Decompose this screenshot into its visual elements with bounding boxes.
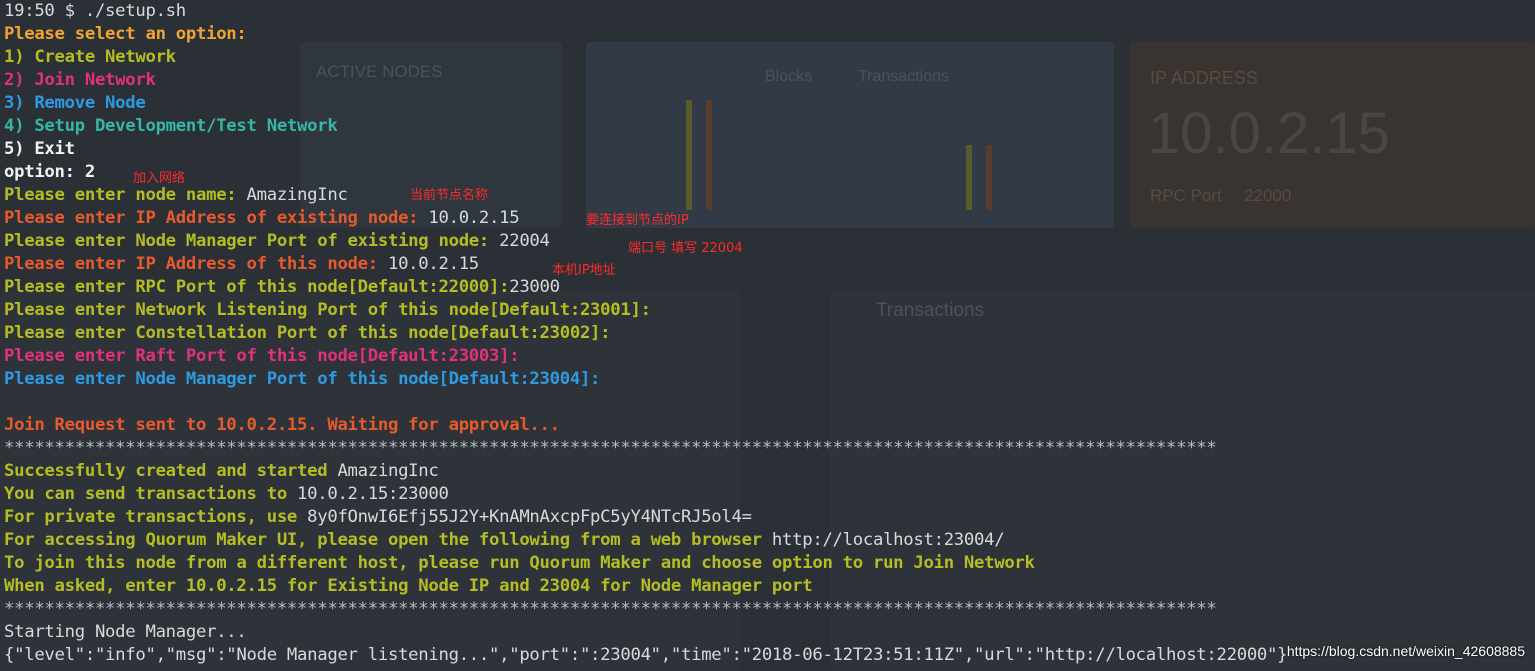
this-ip-value: 10.0.2.15 (387, 254, 479, 274)
private-key-value: 8y0fOnwI6Efj55J2Y+KnAMnAxcpFpC5yY4NTcRJ5… (307, 507, 752, 527)
this-ip-line: Please enter IP Address of this node: 10… (4, 253, 479, 276)
option-input-line: option: 2 (4, 162, 95, 182)
existing-nm-port-prompt: Please enter Node Manager Port of existi… (4, 231, 500, 251)
separator-stars-top: ****************************************… (4, 438, 1217, 458)
node-name-value: AmazingInc (246, 185, 348, 205)
rpc-port-value: 23000 (509, 277, 560, 297)
existing-ip-prompt: Please enter IP Address of existing node… (4, 208, 429, 228)
send-value: 10.0.2.15:23000 (297, 484, 449, 504)
menu-option-setup-dev: 4) Setup Development/Test Network (4, 116, 338, 136)
existing-ip-line: Please enter IP Address of existing node… (4, 207, 520, 230)
menu-option-create-network: 1) Create Network (4, 47, 176, 67)
this-ip-prompt: Please enter IP Address of this node: (4, 254, 388, 274)
listen-port-prompt: Please enter Network Listening Port of t… (4, 300, 651, 320)
separator-stars-bottom: ****************************************… (4, 599, 1217, 619)
created-label: Successfully created and started (4, 461, 338, 481)
menu-option-join-network: 2) Join Network (4, 70, 156, 90)
send-line: You can send transactions to 10.0.2.15:2… (4, 483, 449, 506)
annotation-existing-node: 要连接到节点的IP (586, 213, 689, 228)
ui-url[interactable]: http://localhost:23004/ (772, 530, 1005, 550)
private-line: For private transactions, use 8y0fOnwI6E… (4, 506, 752, 529)
shell-prompt: 19:50 $ ./setup.sh (4, 1, 186, 21)
raft-port-prompt: Please enter Raft Port of this node[Defa… (4, 346, 520, 366)
send-label: You can send transactions to (4, 484, 298, 504)
private-label: For private transactions, use (4, 507, 308, 527)
existing-nm-port-line: Please enter Node Manager Port of existi… (4, 230, 550, 253)
asked-hint-line: When asked, enter 10.0.2.15 for Existing… (4, 576, 813, 596)
created-value: AmazingInc (337, 461, 439, 481)
constellation-port-prompt: Please enter Constellation Port of this … (4, 323, 611, 343)
watermark: https://blog.csdn.net/weixin_42608885 (1286, 643, 1525, 659)
annotation-node-name: 当前节点名称 (410, 188, 489, 203)
annotation-local-ip: 本机IP地址 (552, 263, 616, 278)
annotation-port: 端口号 填写 22004 (628, 241, 743, 256)
menu-option-remove-node: 3) Remove Node (4, 93, 146, 113)
existing-ip-value: 10.0.2.15 (428, 208, 520, 228)
menu-title: Please select an option: (4, 24, 247, 44)
terminal-window[interactable]: 19:50 $ ./setup.sh Please select an opti… (0, 0, 1535, 671)
menu-option-exit: 5) Exit (4, 139, 75, 159)
starting-node-manager: Starting Node Manager... (4, 622, 247, 642)
ui-label: For accessing Quorum Maker UI, please op… (4, 530, 772, 550)
annotation-join-network: 加入网络 (133, 171, 186, 186)
rpc-port-line: Please enter RPC Port of this node[Defau… (4, 276, 560, 299)
join-hint-line: To join this node from a different host,… (4, 553, 1035, 573)
log-json-line: {"level":"info","msg":"Node Manager list… (4, 645, 1288, 665)
join-request-status: Join Request sent to 10.0.2.15. Waiting … (4, 415, 560, 435)
created-line: Successfully created and started Amazing… (4, 460, 439, 483)
rpc-port-prompt: Please enter RPC Port of this node[Defau… (4, 277, 510, 297)
node-name-line: Please enter node name: AmazingInc (4, 184, 348, 207)
ui-line: For accessing Quorum Maker UI, please op… (4, 529, 1005, 552)
node-name-prompt: Please enter node name: (4, 185, 247, 205)
nm-port-this-prompt: Please enter Node Manager Port of this n… (4, 369, 601, 389)
existing-nm-port-value: 22004 (499, 231, 550, 251)
